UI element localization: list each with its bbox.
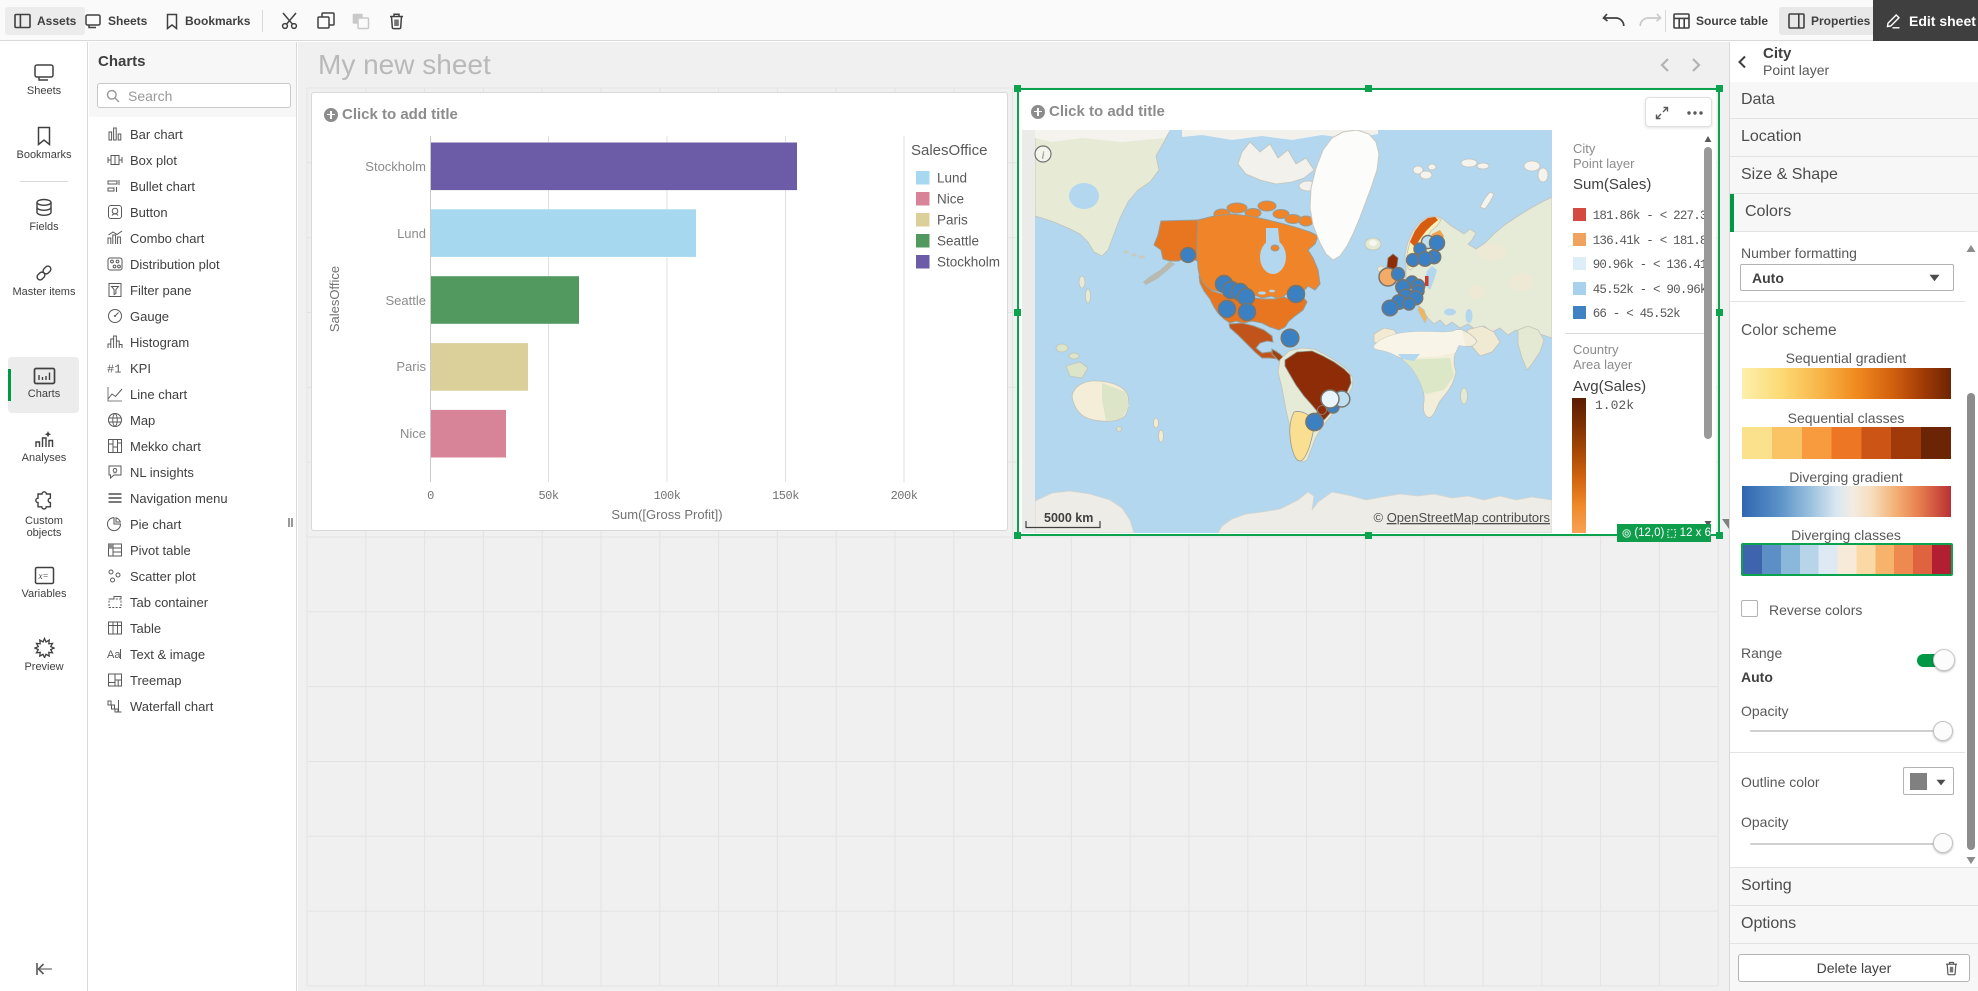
svg-text:SalesOffice: SalesOffice bbox=[911, 142, 987, 159]
svg-text:100k: 100k bbox=[654, 489, 681, 503]
svg-text:Aa: Aa bbox=[107, 649, 121, 661]
svg-text:200k: 200k bbox=[891, 489, 918, 503]
svg-text:Seattle: Seattle bbox=[386, 293, 426, 308]
svg-text:0: 0 bbox=[427, 489, 434, 503]
svg-text:Nice: Nice bbox=[400, 426, 426, 441]
svg-text:Stockholm: Stockholm bbox=[365, 159, 426, 174]
svg-text:Lund: Lund bbox=[397, 226, 426, 241]
svg-text:x=: x= bbox=[37, 571, 48, 581]
svg-text:© OpenStreetMap contributors: © OpenStreetMap contributors bbox=[1373, 510, 1550, 525]
svg-text:i: i bbox=[1041, 150, 1044, 162]
svg-text:#1: #1 bbox=[107, 363, 121, 377]
svg-text:Paris: Paris bbox=[937, 213, 968, 228]
svg-text:Paris: Paris bbox=[396, 359, 426, 374]
svg-text:5000 km: 5000 km bbox=[1044, 511, 1093, 525]
svg-text:50k: 50k bbox=[538, 489, 558, 503]
svg-text:Nice: Nice bbox=[937, 192, 964, 207]
svg-text:Sum([Gross Profit]): Sum([Gross Profit]) bbox=[611, 507, 722, 522]
svg-text:Lund: Lund bbox=[937, 171, 967, 186]
svg-text:150k: 150k bbox=[772, 489, 799, 503]
svg-text:Seattle: Seattle bbox=[937, 234, 979, 249]
svg-text:Stockholm: Stockholm bbox=[937, 255, 1000, 270]
svg-text:SalesOffice: SalesOffice bbox=[327, 266, 342, 332]
